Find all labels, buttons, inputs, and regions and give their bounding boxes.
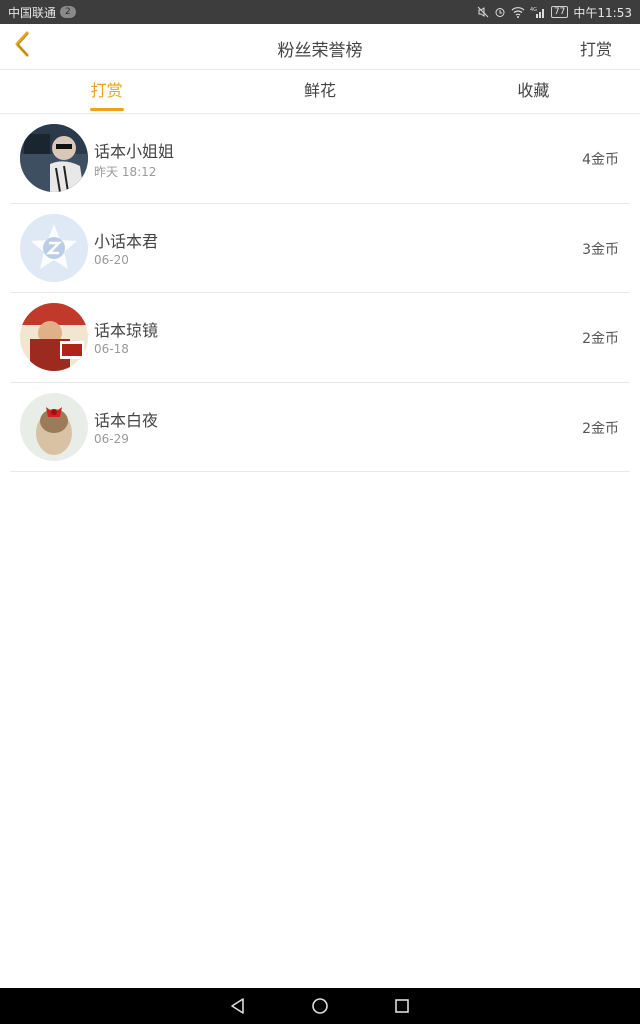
- coin-amount: 3金币: [582, 241, 619, 258]
- back-triangle-icon[interactable]: [229, 997, 247, 1015]
- wifi-icon: [511, 6, 525, 18]
- tab-favorites[interactable]: 收藏: [427, 70, 640, 113]
- status-bar: 中国联通 2 4G 77 中午11:53: [0, 0, 640, 24]
- status-time: 中午11:53: [573, 5, 632, 20]
- network-type: 4G: [530, 7, 537, 13]
- system-nav-bar: [0, 988, 640, 1024]
- tip-time: 06-29: [94, 431, 129, 446]
- status-right: 4G 77 中午11:53: [477, 4, 632, 21]
- avatar[interactable]: [20, 303, 88, 371]
- tab-bar: 打赏 鲜花 收藏: [0, 70, 640, 114]
- tip-time: 06-20: [94, 252, 129, 267]
- mute-icon: [477, 6, 489, 18]
- app-header: 粉丝荣誉榜 打赏: [0, 24, 640, 70]
- list-item[interactable]: 话本琼镜 06-18 2金币: [10, 293, 630, 383]
- avatar[interactable]: [20, 213, 88, 282]
- fan-name: 话本琼镜: [94, 321, 159, 340]
- tab-tips[interactable]: 打赏: [0, 70, 213, 113]
- coin-amount: 4金币: [582, 152, 619, 168]
- avatar[interactable]: [20, 392, 88, 461]
- home-circle-icon[interactable]: [311, 997, 329, 1015]
- battery-indicator: 77: [550, 6, 569, 18]
- coin-amount: 2金币: [582, 331, 619, 347]
- carrier-name: 中国联通: [8, 5, 57, 20]
- list-item[interactable]: 小话本君 06-20 3金币: [10, 204, 630, 293]
- fan-list: 话本小姐姐 昨天 18:12 4金币 小话本君 06-20 3金币 话本琼镜 0…: [10, 114, 630, 472]
- page-title: 粉丝荣誉榜: [277, 41, 363, 61]
- tip-action-button[interactable]: 打赏: [580, 36, 612, 60]
- coin-amount: 2金币: [582, 420, 619, 437]
- list-item[interactable]: 话本小姐姐 昨天 18:12 4金币: [10, 114, 630, 204]
- sim-badge: 2: [60, 6, 76, 18]
- tab-flowers[interactable]: 鲜花: [213, 70, 426, 113]
- fan-name: 小话本君: [94, 231, 159, 251]
- fan-name: 话本白夜: [94, 410, 159, 430]
- signal-icon: 4G: [530, 6, 546, 18]
- recents-square-icon[interactable]: [393, 997, 411, 1015]
- fan-name: 话本小姐姐: [94, 142, 175, 161]
- alarm-icon: [494, 6, 506, 18]
- status-left: 中国联通 2: [8, 4, 76, 21]
- tip-time: 06-18: [94, 342, 129, 356]
- avatar[interactable]: [20, 124, 88, 192]
- list-item[interactable]: 话本白夜 06-29 2金币: [10, 383, 630, 472]
- tip-time: 昨天 18:12: [94, 165, 157, 179]
